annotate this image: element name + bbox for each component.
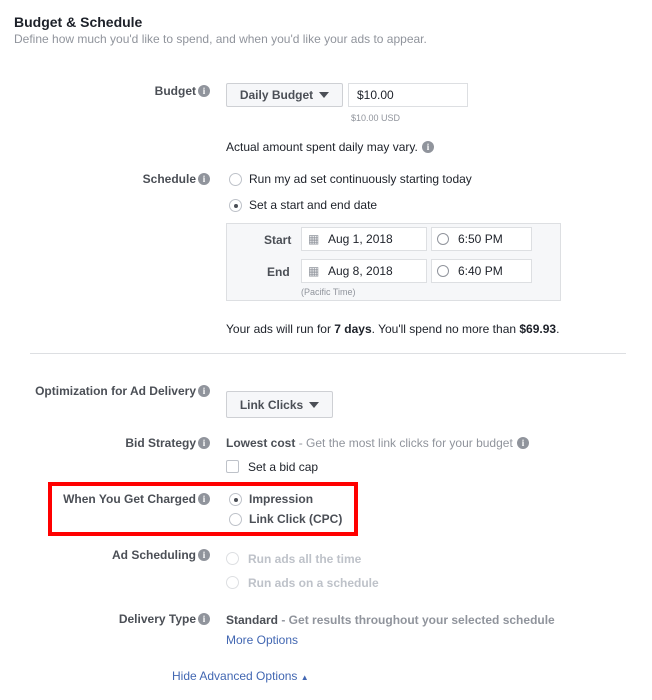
delivery-type-value: Standard - Get results throughout your s…	[226, 613, 555, 627]
clock-icon	[437, 265, 449, 277]
charged-label: When You Get Charged	[63, 492, 196, 506]
start-date-input[interactable]: Aug 1, 2018	[301, 227, 427, 251]
bid-cap-label: Set a bid cap	[248, 460, 319, 474]
calendar-icon: ▦	[308, 264, 320, 278]
caret-up-icon: ▲	[300, 673, 309, 682]
start-label: Start	[264, 233, 292, 247]
ad-scheduling-schedule-radio[interactable]	[226, 576, 239, 589]
optimization-label: Optimization for Ad Delivery	[35, 384, 196, 398]
delivery-type-label: Delivery Type	[118, 612, 196, 626]
budget-label: Budget	[154, 84, 196, 98]
info-icon[interactable]: i	[517, 437, 529, 449]
info-icon[interactable]: i	[198, 85, 210, 97]
info-icon[interactable]: i	[198, 173, 210, 185]
bid-strategy-label: Bid Strategy	[125, 436, 196, 450]
caret-down-icon	[319, 92, 330, 98]
charged-link-click-label: Link Click (CPC)	[249, 512, 343, 526]
caret-down-icon	[309, 401, 320, 408]
hide-advanced-options-link[interactable]: Hide Advanced Options ▲	[172, 669, 309, 683]
section-title: Budget & Schedule	[14, 14, 143, 30]
budget-amount-input[interactable]: $10.00	[348, 83, 468, 107]
ad-scheduling-schedule-label: Run ads on a schedule	[248, 576, 379, 590]
budget-type-value: Daily Budget	[239, 88, 314, 102]
budget-note: Actual amount spent daily may vary.	[226, 140, 418, 154]
info-icon[interactable]: i	[198, 493, 210, 505]
info-icon[interactable]: i	[198, 549, 210, 561]
charged-impression-label: Impression	[249, 492, 314, 506]
bid-cap-checkbox[interactable]	[226, 460, 239, 473]
calendar-icon: ▦	[308, 232, 320, 246]
charged-impression-radio[interactable]	[229, 493, 242, 506]
info-icon[interactable]: i	[198, 437, 210, 449]
section-subtitle: Define how much you'd like to spend, and…	[14, 32, 427, 46]
bid-strategy-value: Lowest cost - Get the most link clicks f…	[226, 436, 513, 450]
optimization-dropdown[interactable]: Link Clicks	[226, 391, 333, 418]
end-label: End	[267, 265, 290, 279]
schedule-continuous-radio[interactable]	[229, 173, 242, 186]
schedule-summary: Your ads will run for 7 days. You'll spe…	[226, 322, 560, 336]
end-date-input[interactable]: Aug 8, 2018	[301, 259, 427, 283]
highlight-box	[48, 482, 358, 536]
budget-type-dropdown[interactable]: Daily Budget	[226, 83, 343, 107]
info-icon[interactable]: i	[422, 141, 434, 153]
budget-amount-hint: $10.00 USD	[351, 113, 401, 123]
ad-scheduling-all-time-label: Run ads all the time	[248, 552, 362, 566]
schedule-label: Schedule	[142, 172, 196, 186]
schedule-dates-label: Set a start and end date	[249, 198, 378, 212]
divider	[30, 353, 626, 354]
more-options-link[interactable]: More Options	[226, 633, 298, 647]
charged-link-click-radio[interactable]	[229, 513, 242, 526]
ad-scheduling-all-time-radio[interactable]	[226, 552, 239, 565]
clock-icon	[437, 233, 449, 245]
schedule-continuous-label: Run my ad set continuously starting toda…	[249, 172, 472, 186]
optimization-value: Link Clicks	[239, 397, 304, 412]
ad-scheduling-label: Ad Scheduling	[112, 548, 196, 562]
info-icon[interactable]: i	[198, 613, 210, 625]
info-icon[interactable]: i	[198, 385, 210, 397]
timezone-note: (Pacific Time)	[301, 287, 356, 297]
schedule-dates-radio[interactable]	[229, 199, 242, 212]
